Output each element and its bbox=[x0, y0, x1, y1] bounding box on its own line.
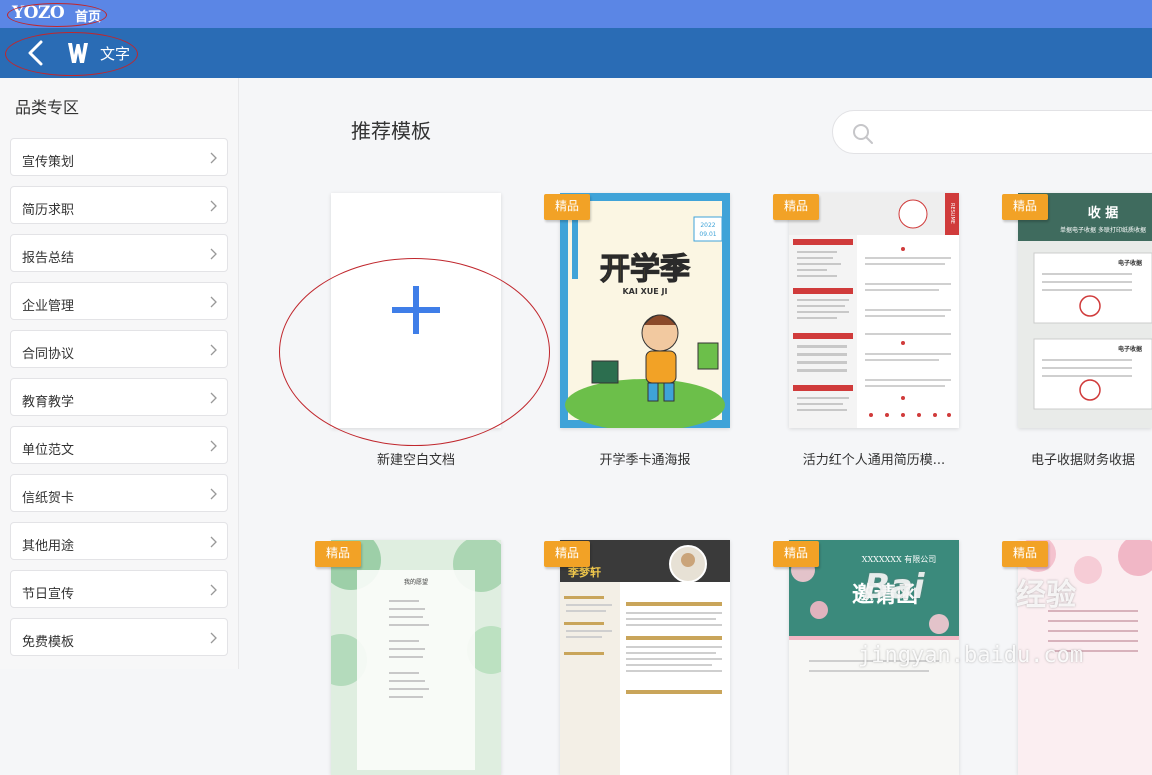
sidebar-item-label: 其他用途 bbox=[22, 539, 75, 554]
resume-side-text: RESUME bbox=[949, 203, 955, 224]
poster-date-text: 09.01 bbox=[699, 231, 716, 238]
cv-thumbnail: 李梦轩 bbox=[560, 540, 730, 775]
template-card-wish-letter[interactable]: 我的愿望 bbox=[331, 540, 501, 775]
sidebar-item-free[interactable]: 免费模板 bbox=[10, 618, 228, 656]
sidebar-item-letter[interactable]: 信纸贺卡 bbox=[10, 474, 228, 512]
card-label: 开学季卡通海报 bbox=[599, 453, 691, 468]
sidebar-item-education[interactable]: 教育教学 bbox=[10, 378, 228, 416]
premium-badge: 精品 bbox=[773, 194, 819, 220]
app-header: 文字 bbox=[0, 28, 1152, 78]
card-label: 活力红个人通用简历模... bbox=[802, 453, 946, 468]
sidebar-item-official[interactable]: 单位范文 bbox=[10, 426, 228, 464]
wish-letter-thumbnail: 我的愿望 bbox=[331, 540, 501, 775]
premium-badge: 精品 bbox=[315, 541, 361, 567]
sidebar-item-label: 免费模板 bbox=[22, 635, 75, 650]
sidebar-item-label: 报告总结 bbox=[22, 251, 75, 266]
sidebar-title: 品类专区 bbox=[15, 98, 80, 117]
school-poster-thumbnail: 2022 09.01 开学季 KAI XUE JI bbox=[560, 193, 730, 428]
receipt-doc-title: 电子收据 bbox=[1118, 345, 1142, 353]
chevron-right-icon bbox=[210, 248, 217, 260]
sidebar-item-label: 宣传策划 bbox=[22, 155, 75, 170]
premium-badge: 精品 bbox=[1002, 541, 1048, 567]
sidebar-item-promotion[interactable]: 宣传策划 bbox=[10, 138, 228, 176]
sidebar-item-holiday[interactable]: 节日宣传 bbox=[10, 570, 228, 608]
premium-badge: 精品 bbox=[773, 541, 819, 567]
chevron-right-icon bbox=[210, 296, 217, 308]
section-title: 推荐模板 bbox=[351, 119, 431, 143]
sidebar-item-label: 企业管理 bbox=[22, 299, 75, 314]
annotation-circle-home bbox=[7, 3, 107, 27]
chevron-right-icon bbox=[210, 488, 217, 500]
poster-year-text: 2022 bbox=[700, 222, 715, 229]
sidebar-item-label: 教育教学 bbox=[22, 395, 75, 410]
category-sidebar: 品类专区 宣传策划 简历求职 报告总结 企业管理 合同协议 教育教学 单位范文 … bbox=[0, 78, 239, 669]
chevron-right-icon bbox=[210, 440, 217, 452]
sidebar-item-label: 信纸贺卡 bbox=[22, 491, 75, 506]
annotation-circle-header bbox=[5, 32, 138, 76]
template-card-red-resume[interactable]: RESUME bbox=[789, 193, 959, 428]
template-card-cv[interactable]: 李梦轩 bbox=[560, 540, 730, 775]
chevron-right-icon bbox=[210, 392, 217, 404]
receipt-title-text: 收 据 bbox=[1088, 205, 1119, 221]
chevron-right-icon bbox=[210, 344, 217, 356]
sidebar-item-label: 单位范文 bbox=[22, 443, 75, 458]
poster-pinyin-text: KAI XUE JI bbox=[622, 287, 667, 296]
receipt-doc-title: 电子收据 bbox=[1118, 259, 1142, 267]
search-input[interactable] bbox=[832, 110, 1152, 154]
red-resume-thumbnail: RESUME bbox=[789, 193, 959, 428]
watermark-url: jingyan.baidu.com bbox=[858, 643, 1084, 668]
receipt-subtitle-text: 单据电子收据 多联打印纸质收据 bbox=[1060, 226, 1146, 234]
card-label: 新建空白文档 bbox=[376, 453, 455, 468]
receipt-thumbnail: 收 据 单据电子收据 多联打印纸质收据 电子收据 电子收据 bbox=[1018, 193, 1152, 428]
chevron-right-icon bbox=[210, 632, 217, 644]
template-card-school-poster[interactable]: 2022 09.01 开学季 KAI XUE JI bbox=[560, 193, 730, 428]
sidebar-item-report[interactable]: 报告总结 bbox=[10, 234, 228, 272]
sidebar-item-management[interactable]: 企业管理 bbox=[10, 282, 228, 320]
cv-name-text: 李梦轩 bbox=[567, 565, 601, 579]
sidebar-item-other[interactable]: 其他用途 bbox=[10, 522, 228, 560]
annotation-circle-new-blank bbox=[279, 258, 550, 446]
sidebar-item-label: 节日宣传 bbox=[22, 587, 75, 602]
sidebar-item-contract[interactable]: 合同协议 bbox=[10, 330, 228, 368]
premium-badge: 精品 bbox=[544, 194, 590, 220]
premium-badge: 精品 bbox=[544, 541, 590, 567]
sidebar-item-resume[interactable]: 简历求职 bbox=[10, 186, 228, 224]
invite-company-text: XXXXXXX 有限公司 bbox=[862, 554, 936, 564]
chevron-right-icon bbox=[210, 536, 217, 548]
watermark-text: 经验 bbox=[1016, 578, 1076, 613]
sidebar-item-label: 简历求职 bbox=[22, 203, 75, 218]
premium-badge: 精品 bbox=[1002, 194, 1048, 220]
watermark-brand: Bai bbox=[864, 567, 925, 607]
search-icon bbox=[853, 124, 873, 144]
chevron-right-icon bbox=[210, 200, 217, 212]
chevron-right-icon bbox=[210, 152, 217, 164]
sidebar-item-label: 合同协议 bbox=[22, 347, 75, 362]
card-label: 电子收据财务收据 bbox=[1031, 453, 1136, 468]
chevron-right-icon bbox=[210, 584, 217, 596]
note-title-text: 我的愿望 bbox=[404, 578, 428, 586]
top-bar: YOZO 首页 bbox=[0, 0, 1152, 28]
template-card-receipt[interactable]: 收 据 单据电子收据 多联打印纸质收据 电子收据 电子收据 bbox=[1018, 193, 1152, 428]
poster-title-text: 开学季 bbox=[600, 252, 690, 287]
